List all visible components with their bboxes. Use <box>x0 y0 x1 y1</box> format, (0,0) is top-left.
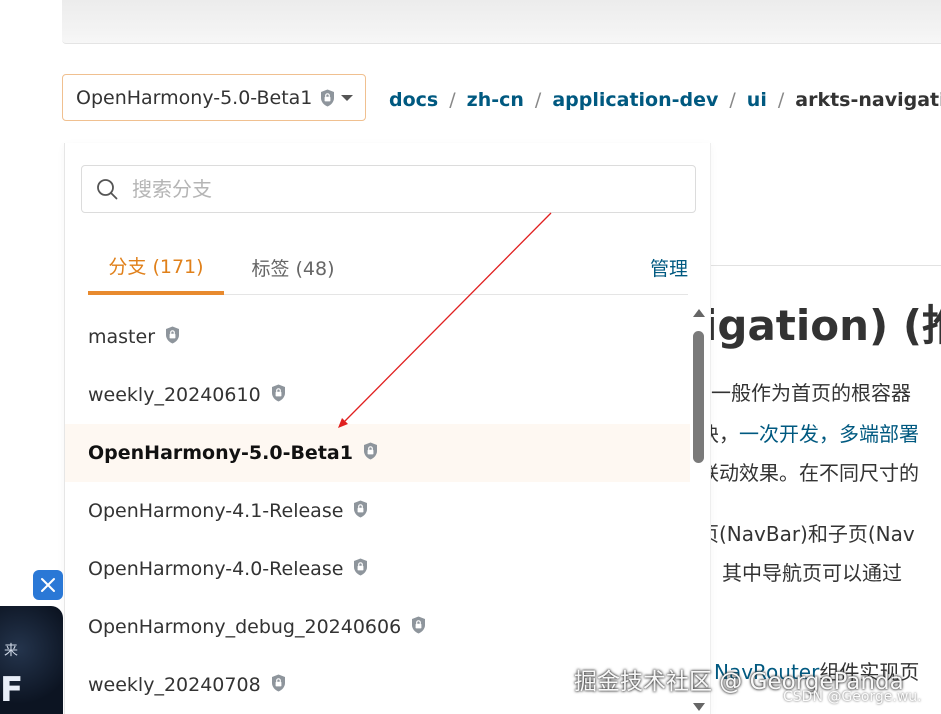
scroll-down-arrow-icon[interactable] <box>693 703 705 711</box>
lock-icon <box>271 384 285 402</box>
doc-line: 一般作为首页的根容器 <box>711 381 911 405</box>
tabs: 分支 (171) 标签 (48) 管理 <box>88 243 688 295</box>
doc-link[interactable]: 一次开发，多端部署 <box>739 422 919 446</box>
top-banner <box>62 0 941 44</box>
breadcrumb-separator: / <box>777 89 785 111</box>
branch-name: OpenHarmony_debug_20240606 <box>88 616 402 638</box>
branch-name: master <box>88 326 156 348</box>
breadcrumb-separator: / <box>449 89 456 111</box>
search-icon <box>97 179 118 200</box>
promo-glyph: F <box>0 670 24 710</box>
doc-line: 其中导航页可以通过 <box>722 561 902 585</box>
chevron-down-icon[interactable] <box>341 94 354 101</box>
promo-thumbnail[interactable]: 来 F <box>0 606 63 714</box>
branch-name: OpenHarmony-4.1-Release <box>88 500 344 522</box>
breadcrumb-ui[interactable]: ui <box>747 89 767 111</box>
scrollbar[interactable] <box>689 303 707 714</box>
lock-icon <box>363 442 377 460</box>
breadcrumb-separator: / <box>534 89 542 111</box>
tab-tags[interactable]: 标签 (48) <box>238 243 348 295</box>
manage-link[interactable]: 管理 <box>650 243 688 295</box>
branch-item[interactable]: master <box>65 308 690 366</box>
breadcrumb-application-dev[interactable]: application-dev <box>552 89 718 111</box>
branch-item[interactable]: OpenHarmony_debug_20240606 <box>65 598 690 656</box>
breadcrumb-zh-cn[interactable]: zh-cn <box>467 89 524 111</box>
branch-name: weekly_20240708 <box>88 674 261 696</box>
close-button[interactable] <box>33 570 63 600</box>
lock-icon <box>354 500 368 518</box>
branch-item[interactable]: weekly_20240610 <box>65 366 690 424</box>
branch-name: OpenHarmony-5.0-Beta1 <box>88 442 353 464</box>
breadcrumb: docs / zh-cn / application-dev / ui / ar… <box>389 86 941 114</box>
search-box[interactable] <box>81 165 696 213</box>
branch-selector[interactable]: OpenHarmony-5.0-Beta1 <box>62 74 366 121</box>
watermark-csdn: CSDN @George.wu. <box>783 689 922 705</box>
doc-content: igation) (推 一般作为首页的根容器 块，一次开发，多端部署 联动效果。… <box>711 140 941 714</box>
scroll-up-arrow-icon[interactable] <box>693 309 705 317</box>
lock-icon <box>166 326 180 344</box>
lock-icon <box>412 616 426 634</box>
divider <box>711 265 941 266</box>
scrollbar-thumb[interactable] <box>693 331 704 463</box>
breadcrumb-separator: / <box>729 89 736 111</box>
branch-list: master weekly_20240610 OpenHarmony-5.0-B… <box>65 308 690 714</box>
doc-line: 页(NavBar)和子页(Nav <box>711 522 915 546</box>
branch-name: weekly_20240610 <box>88 384 261 406</box>
lock-icon <box>354 558 368 576</box>
promo-text: 来 <box>4 643 18 659</box>
doc-heading: igation) (推 <box>711 301 941 350</box>
branch-item[interactable]: OpenHarmony-4.0-Release <box>65 540 690 598</box>
close-icon <box>41 578 55 592</box>
branch-dropdown: 分支 (171) 标签 (48) 管理 master weekly_202406… <box>64 143 711 714</box>
doc-line: 块，一次开发，多端部署 <box>711 418 919 447</box>
lock-icon <box>321 89 335 106</box>
breadcrumb-docs[interactable]: docs <box>389 89 438 111</box>
lock-icon <box>271 674 285 692</box>
tab-branches[interactable]: 分支 (171) <box>88 243 224 295</box>
search-input[interactable] <box>132 177 672 201</box>
branch-name: OpenHarmony-4.0-Release <box>88 558 344 580</box>
doc-line: 联动效果。在不同尺寸的 <box>711 461 919 485</box>
branch-item[interactable]: OpenHarmony-4.1-Release <box>65 482 690 540</box>
doc-text: 块， <box>711 422 739 446</box>
branch-item-selected[interactable]: OpenHarmony-5.0-Beta1 <box>65 424 690 482</box>
breadcrumb-current-file: arkts-navigation- <box>795 89 941 111</box>
branch-selector-label: OpenHarmony-5.0-Beta1 <box>76 86 313 109</box>
